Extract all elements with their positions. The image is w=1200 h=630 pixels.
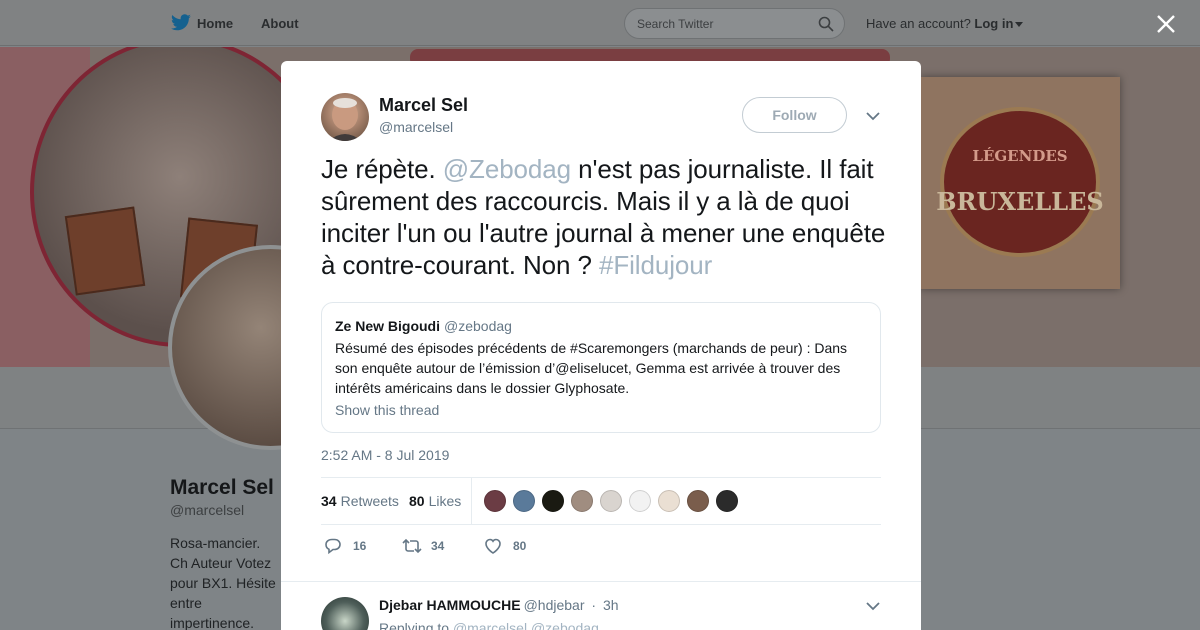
search-input[interactable]: Search Twitter bbox=[624, 8, 845, 39]
tweet-stats: 34 Retweets 80 Likes bbox=[321, 478, 881, 524]
close-icon[interactable] bbox=[1156, 14, 1176, 34]
nav-home-link[interactable]: Home bbox=[197, 16, 233, 31]
liker-avatar-3[interactable] bbox=[541, 489, 565, 513]
reply-author-handle: @hdjebar bbox=[523, 597, 585, 613]
nav-about-link[interactable]: About bbox=[261, 16, 299, 31]
likes-stat[interactable]: 80 Likes bbox=[409, 493, 461, 509]
liker-avatar-4[interactable] bbox=[570, 489, 594, 513]
replying-to: Replying to @marcelsel @zebodag bbox=[379, 620, 599, 630]
poster-subtitle: LÉGENDES bbox=[972, 147, 1068, 165]
replying-to-prefix: Replying to bbox=[379, 620, 450, 630]
author-face-icon bbox=[329, 98, 361, 141]
like-button[interactable]: 80 bbox=[483, 535, 543, 557]
like-count: 80 bbox=[513, 539, 527, 553]
reply-author-avatar[interactable] bbox=[321, 597, 369, 630]
retweet-count: 34 bbox=[431, 539, 445, 553]
reply-count: 16 bbox=[353, 539, 367, 553]
liker-avatar-9[interactable] bbox=[715, 489, 739, 513]
tweet-text-part1: Je répète. bbox=[321, 154, 443, 184]
reply-icon bbox=[325, 538, 341, 555]
author-avatar[interactable] bbox=[321, 93, 369, 141]
liker-avatar-2[interactable] bbox=[512, 489, 536, 513]
liker-avatar-8[interactable] bbox=[686, 489, 710, 513]
divider bbox=[281, 581, 921, 582]
reply-author-name: Djebar HAMMOUCHE bbox=[379, 597, 521, 613]
reply-age: 3h bbox=[602, 597, 619, 613]
profile-handle: @marcelsel bbox=[170, 502, 245, 518]
twitter-bird-icon[interactable] bbox=[170, 14, 192, 32]
retweet-button[interactable]: 34 bbox=[401, 535, 461, 557]
liker-avatar-1[interactable] bbox=[483, 489, 507, 513]
poster-title: BRUXELLES bbox=[936, 187, 1104, 216]
show-thread-link[interactable]: Show this thread bbox=[335, 402, 439, 418]
chevron-down-icon[interactable] bbox=[1015, 22, 1024, 28]
likes-label: Likes bbox=[428, 493, 462, 509]
tweet-mention-link[interactable]: @Zebodag bbox=[443, 154, 571, 184]
poster-disc bbox=[940, 107, 1100, 257]
stats-divider bbox=[471, 478, 472, 524]
profile-bio: Rosa-mancier. Ch Auteur Votez pour BX1. … bbox=[170, 535, 276, 630]
chevron-down-icon[interactable] bbox=[866, 601, 880, 611]
banner-poster: LÉGENDES BRUXELLES bbox=[920, 77, 1120, 289]
divider bbox=[321, 524, 881, 525]
search-placeholder: Search Twitter bbox=[637, 17, 714, 31]
reply-button[interactable]: 16 bbox=[323, 535, 383, 557]
retweets-count: 34 bbox=[321, 493, 337, 509]
author-name[interactable]: Marcel Sel bbox=[379, 95, 468, 116]
author-handle[interactable]: @marcelsel bbox=[379, 119, 453, 135]
quoted-tweet[interactable]: Ze New Bigoudi @zebodag Résumé des épisod… bbox=[321, 302, 881, 433]
account-prompt-text: Have an account? bbox=[866, 16, 971, 31]
likes-count: 80 bbox=[409, 493, 425, 509]
quoted-tweet-text: Résumé des épisodes précédents de #Scare… bbox=[335, 340, 848, 396]
tweet-actions: 16 34 80 bbox=[321, 535, 881, 557]
replying-to-handles[interactable]: @marcelsel @zebodag bbox=[453, 620, 599, 630]
retweets-label: Retweets bbox=[340, 493, 399, 509]
liker-avatar-7[interactable] bbox=[657, 489, 681, 513]
heart-icon bbox=[485, 538, 501, 554]
banner-book-1 bbox=[64, 206, 146, 296]
profile-name: Marcel Sel bbox=[170, 476, 274, 499]
login-link[interactable]: Log in bbox=[974, 16, 1013, 31]
quoted-author: Ze New Bigoudi @zebodag bbox=[335, 318, 512, 334]
tweet-timestamp[interactable]: 2:52 AM - 8 Jul 2019 bbox=[321, 447, 449, 463]
tweet-modal: Marcel Sel @marcelsel Follow Je répète. … bbox=[281, 61, 921, 630]
tweet-text: Je répète. @Zebodag n'est pas journalist… bbox=[321, 153, 891, 281]
login-prompt[interactable]: Have an account? Log in bbox=[866, 16, 1024, 31]
follow-button[interactable]: Follow bbox=[742, 97, 847, 133]
top-navigation-bar: Home About Search Twitter Have an accoun… bbox=[0, 0, 1200, 46]
chevron-down-icon[interactable] bbox=[866, 111, 880, 121]
retweet-icon bbox=[402, 538, 422, 554]
search-icon[interactable] bbox=[818, 16, 834, 32]
retweets-stat[interactable]: 34 Retweets bbox=[321, 493, 399, 509]
reply-author[interactable]: Djebar HAMMOUCHE @hdjebar · 3h bbox=[379, 597, 619, 613]
quoted-author-handle: @zebodag bbox=[444, 318, 512, 334]
liker-avatar-5[interactable] bbox=[599, 489, 623, 513]
quoted-author-name: Ze New Bigoudi bbox=[335, 318, 440, 334]
tweet-hashtag-link[interactable]: #Fildujour bbox=[599, 250, 712, 280]
reply-separator: · bbox=[591, 597, 597, 613]
liker-avatar-6[interactable] bbox=[628, 489, 652, 513]
